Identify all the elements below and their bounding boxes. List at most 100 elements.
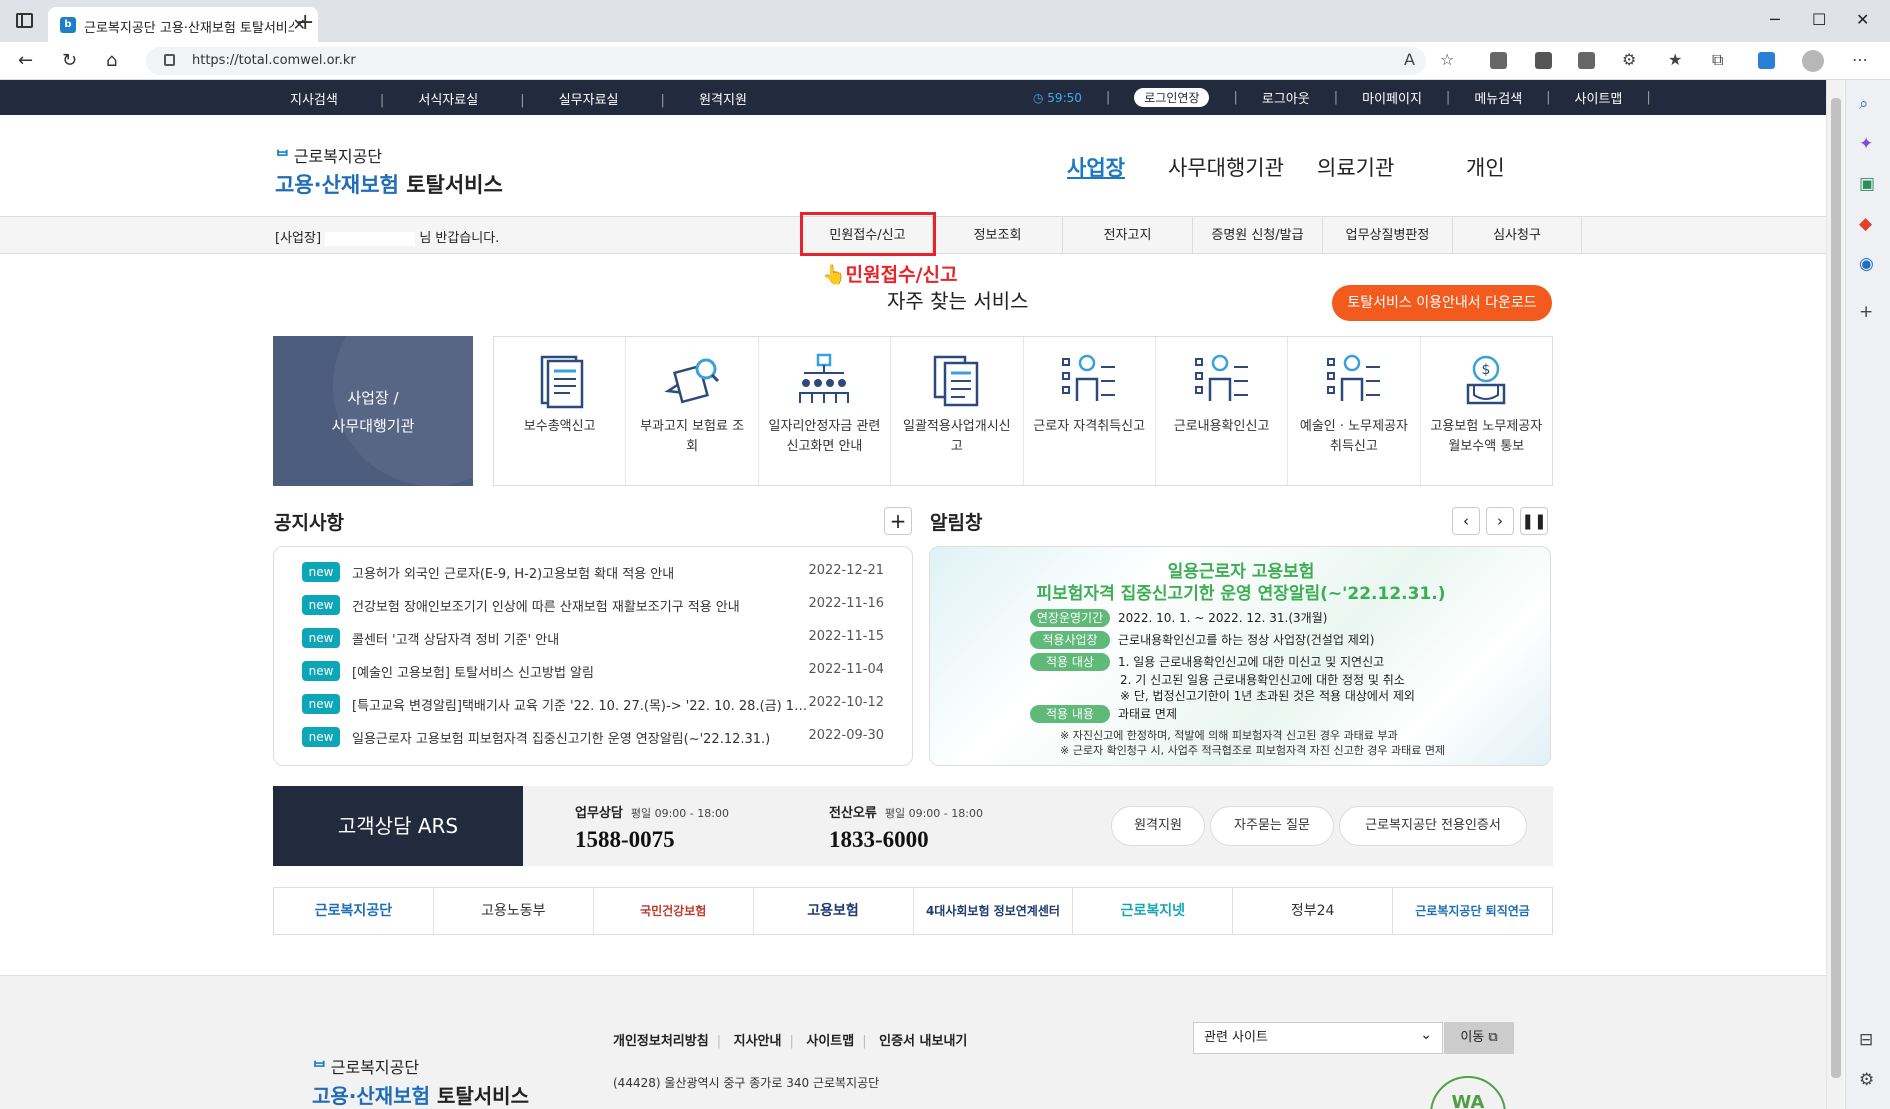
partner-4insure[interactable]: 4대사회보험 정보연계센터 <box>914 888 1074 934</box>
service-item[interactable]: 근로자 자격취득신고 <box>1024 337 1156 485</box>
minimize-icon[interactable]: ─ <box>1770 10 1780 29</box>
service-item[interactable]: 근로내용확인신고 <box>1156 337 1289 485</box>
maximize-icon[interactable]: ☐ <box>1812 10 1826 29</box>
external-link-icon: ⧉ <box>1488 1030 1498 1045</box>
nav-personal[interactable]: 개인 <box>1466 152 1505 182</box>
service-item[interactable]: $ 고용보험 노무제공자 월보수액 통보 <box>1421 337 1552 485</box>
partner-ei[interactable]: 고용보험 <box>754 888 914 934</box>
notice-item[interactable]: new 콜센터 '고객 상담자격 정비 기준' 안내 2022-11-15 <box>274 625 912 658</box>
back-icon[interactable]: ← <box>18 50 33 71</box>
notice-item[interactable]: new 고용허가 외국인 근로자(E-9, H-2)고용보험 확대 적용 안내 20… <box>274 559 912 592</box>
extension-icon-1[interactable] <box>1490 52 1507 69</box>
extension-icon-2[interactable] <box>1535 52 1552 69</box>
subnav-info-lookup[interactable]: 정보조회 <box>932 217 1062 254</box>
alert-pause-button[interactable]: ❚❚ <box>1520 507 1548 535</box>
footer-privacy-link[interactable]: 개인정보처리방침 <box>613 1034 709 1049</box>
new-badge: new <box>302 628 340 648</box>
browser-tab[interactable]: b 근로복지공단 고용·산재보험 토탈서비스 ✕ <box>48 7 318 42</box>
profile-avatar[interactable] <box>1802 50 1824 72</box>
footer-cert-export-link[interactable]: 인증서 내보내기 <box>879 1034 967 1049</box>
service-item[interactable]: 보수총액신고 <box>494 337 627 485</box>
notice-more-button[interactable]: + <box>884 507 912 535</box>
footer-branch-link[interactable]: 지사안내 <box>734 1034 782 1049</box>
read-aloud-icon[interactable]: A <box>1404 50 1415 69</box>
download-guide-button[interactable]: 토탈서비스 이용안내서 다운로드 <box>1332 285 1552 321</box>
nav-agency[interactable]: 사무대행기관 <box>1168 152 1284 182</box>
faq-button[interactable]: 자주묻는 질문 <box>1210 806 1334 846</box>
alert-banner[interactable]: 일용근로자 고용보험 피보험자격 집중신고기한 운영 연장알림(~'22.12.… <box>929 546 1551 766</box>
partner-comwel[interactable]: 근로복지공단 <box>274 888 434 934</box>
link-branch-search[interactable]: 지사검색 <box>290 93 338 108</box>
favorites-icon[interactable]: ★ <box>1668 50 1682 69</box>
link-forms[interactable]: 서식자료실 <box>418 93 478 108</box>
tab-actions-icon[interactable] <box>16 13 33 28</box>
subnav-certificate[interactable]: 증명원 신청/발급 <box>1192 217 1322 254</box>
sitemap-link[interactable]: 사이트맵 <box>1575 88 1623 107</box>
link-practice[interactable]: 실무자료실 <box>559 93 619 108</box>
frequent-services-title: 자주 찾는 서비스 <box>887 289 1029 313</box>
service-item[interactable]: 부과고지 보험료 조회 <box>626 337 759 485</box>
alert-next-button[interactable]: › <box>1486 507 1514 535</box>
service-item[interactable]: 예술인 · 노무제공자 취득신고 <box>1288 337 1421 485</box>
browser-toolbar: ← ↻ ⌂ https://total.comwel.or.kr A ☆ ⚙ ★… <box>0 42 1890 80</box>
alert-title: 알림창 <box>930 512 983 534</box>
link-remote[interactable]: 원격지원 <box>699 93 747 108</box>
partner-moel[interactable]: 고용노동부 <box>434 888 594 934</box>
sidebar-settings-icon[interactable]: ⚙ <box>1859 1070 1874 1090</box>
tag-target: 적용 대상 <box>1030 653 1110 671</box>
collections-icon[interactable]: ⧉ <box>1712 50 1723 70</box>
footer-sitemap-link[interactable]: 사이트맵 <box>806 1034 854 1049</box>
notice-item[interactable]: new 일용근로자 고용보험 피보험자격 집중신고기한 운영 연장알림(~'22.… <box>274 724 912 757</box>
service-label: 부과고지 보험료 조회 <box>640 419 745 454</box>
add-sidebar-icon[interactable]: + <box>1859 302 1873 322</box>
subnav-e-notice[interactable]: 전자고지 <box>1062 217 1192 254</box>
office-icon[interactable]: ◆ <box>1859 214 1872 234</box>
certificate-button[interactable]: 근로복지공단 전용인증서 <box>1339 806 1527 846</box>
extend-login-button[interactable]: 로그인연장 <box>1134 88 1210 107</box>
site-logo[interactable]: ᄇ 근로복지공단 고용·산재보험 토탈서비스 <box>275 143 503 199</box>
remote-support-button[interactable]: 원격지원 <box>1111 806 1205 846</box>
nav-medical[interactable]: 의료기관 <box>1317 152 1394 182</box>
notice-item[interactable]: new [예술인 고용보험] 토탈서비스 신고방법 알림 2022-11-04 <box>274 658 912 691</box>
logout-link[interactable]: 로그아웃 <box>1262 88 1310 107</box>
menu-search-link[interactable]: 메뉴검색 <box>1474 88 1522 107</box>
outlook-icon[interactable]: ◉ <box>1859 254 1874 274</box>
mypage-link[interactable]: 마이페이지 <box>1362 88 1422 107</box>
service-label: 일괄적용사업개시신고 <box>902 419 1011 454</box>
phone-business: 1588-0075 <box>575 827 675 852</box>
sidebar-hide-icon[interactable]: ⊟ <box>1859 1030 1873 1050</box>
window-close-icon[interactable]: ✕ <box>1856 10 1869 29</box>
partner-welfarenet[interactable]: 근로복지넷 <box>1073 888 1234 934</box>
service-item[interactable]: 일괄적용사업개시신고 <box>891 337 1024 485</box>
page-scrollbar[interactable] <box>1826 80 1844 1109</box>
subnav-disease-decision[interactable]: 업무상질병판정 <box>1322 217 1452 254</box>
home-icon[interactable]: ⌂ <box>106 50 117 71</box>
service-item[interactable]: 일자리안정자금 관련 신고화면 안내 <box>759 337 892 485</box>
highlight-box <box>800 212 936 256</box>
go-button[interactable]: 이동 ⧉ <box>1444 1022 1514 1054</box>
partner-pension[interactable]: 근로복지공단 퇴직연금 <box>1393 888 1552 934</box>
nav-workplace[interactable]: 사업장 <box>1067 152 1125 182</box>
partner-gov24[interactable]: 정부24 <box>1233 888 1394 934</box>
artist-transfer-icon <box>1326 354 1380 401</box>
notice-item[interactable]: new 건강보험 장애인보조기기 인상에 따른 산재보험 재활보조기구 적용 안내… <box>274 592 912 625</box>
more-menu-icon[interactable]: ⋯ <box>1852 50 1868 69</box>
copilot-icon[interactable] <box>1758 52 1775 69</box>
alert-prev-button[interactable]: ‹ <box>1452 507 1480 535</box>
favorite-add-icon[interactable]: ☆ <box>1440 50 1454 69</box>
new-badge: new <box>302 694 340 714</box>
partner-nhis[interactable]: 국민건강보험 <box>594 888 754 934</box>
scroll-thumb[interactable] <box>1831 98 1841 1078</box>
new-tab-icon[interactable]: + <box>296 10 314 35</box>
extensions-icon[interactable]: ⚙ <box>1622 50 1636 69</box>
subnav-appeal[interactable]: 심사청구 <box>1452 217 1582 254</box>
tools-icon[interactable]: ▣ <box>1859 174 1875 194</box>
extension-icon-3[interactable] <box>1578 52 1595 69</box>
notice-item[interactable]: new [특고교육 변경알림]택배기사 교육 기준 '22. 10. 27.(목)… <box>274 691 912 724</box>
related-site-select[interactable]: 관련 사이트 <box>1193 1020 1443 1054</box>
copilot-sidebar-icon[interactable]: ✦ <box>1859 134 1873 154</box>
refresh-icon[interactable]: ↻ <box>62 50 77 71</box>
search-icon[interactable]: ⌕ <box>1859 94 1869 114</box>
address-bar[interactable]: https://total.comwel.or.kr <box>146 47 1426 75</box>
favicon-icon: b <box>60 17 76 33</box>
